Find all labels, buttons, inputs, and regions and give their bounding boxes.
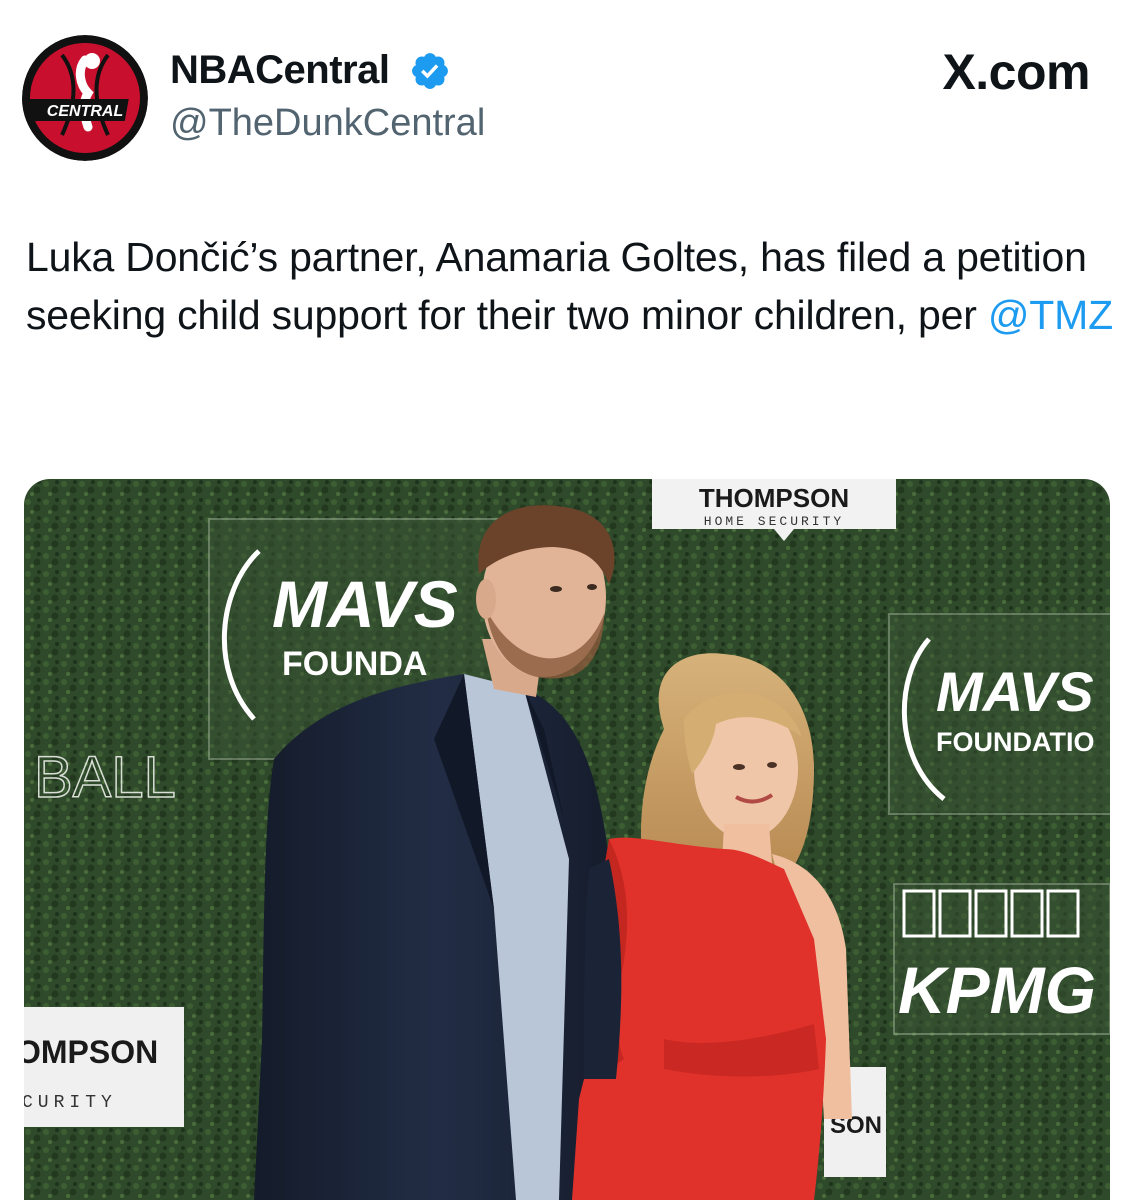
mention-link[interactable]: @TMZ	[988, 292, 1113, 338]
display-name[interactable]: NBACentral	[170, 44, 390, 96]
tweet-body: Luka Dončić’s partner, Anamaria Goltes, …	[26, 234, 1087, 338]
avatar-text: CENTRAL	[47, 103, 123, 120]
tweet-text: Luka Dončić’s partner, Anamaria Goltes, …	[26, 228, 1118, 344]
verified-badge-icon	[409, 50, 451, 92]
foundation-text: FOUNDA	[282, 645, 427, 683]
curity-text: CURITY	[24, 1093, 117, 1113]
tweet-photo[interactable]: THOMPSON HOME SECURITY MAVS FOUNDA MAVS …	[24, 479, 1110, 1200]
site-label: X.com	[942, 44, 1090, 100]
ball-text: BALL	[34, 745, 176, 810]
kpmg-text: KPMG	[898, 953, 1096, 1027]
mavs-logo-text: MAVS	[936, 660, 1094, 723]
mavs-logo-text: MAVS	[272, 567, 458, 641]
avatar[interactable]: CENTRAL	[22, 35, 148, 161]
red-carpet-photo: THOMPSON HOME SECURITY MAVS FOUNDA MAVS …	[24, 479, 1110, 1200]
thompson-top-text: THOMPSON	[699, 483, 849, 513]
ompson-text: OMPSON	[24, 1034, 158, 1070]
account-handle[interactable]: @TheDunkCentral	[170, 98, 485, 148]
foundation-text: FOUNDATIO	[936, 727, 1094, 757]
nba-central-logo: CENTRAL	[22, 35, 148, 161]
home-security-text: HOME SECURITY	[704, 514, 844, 529]
